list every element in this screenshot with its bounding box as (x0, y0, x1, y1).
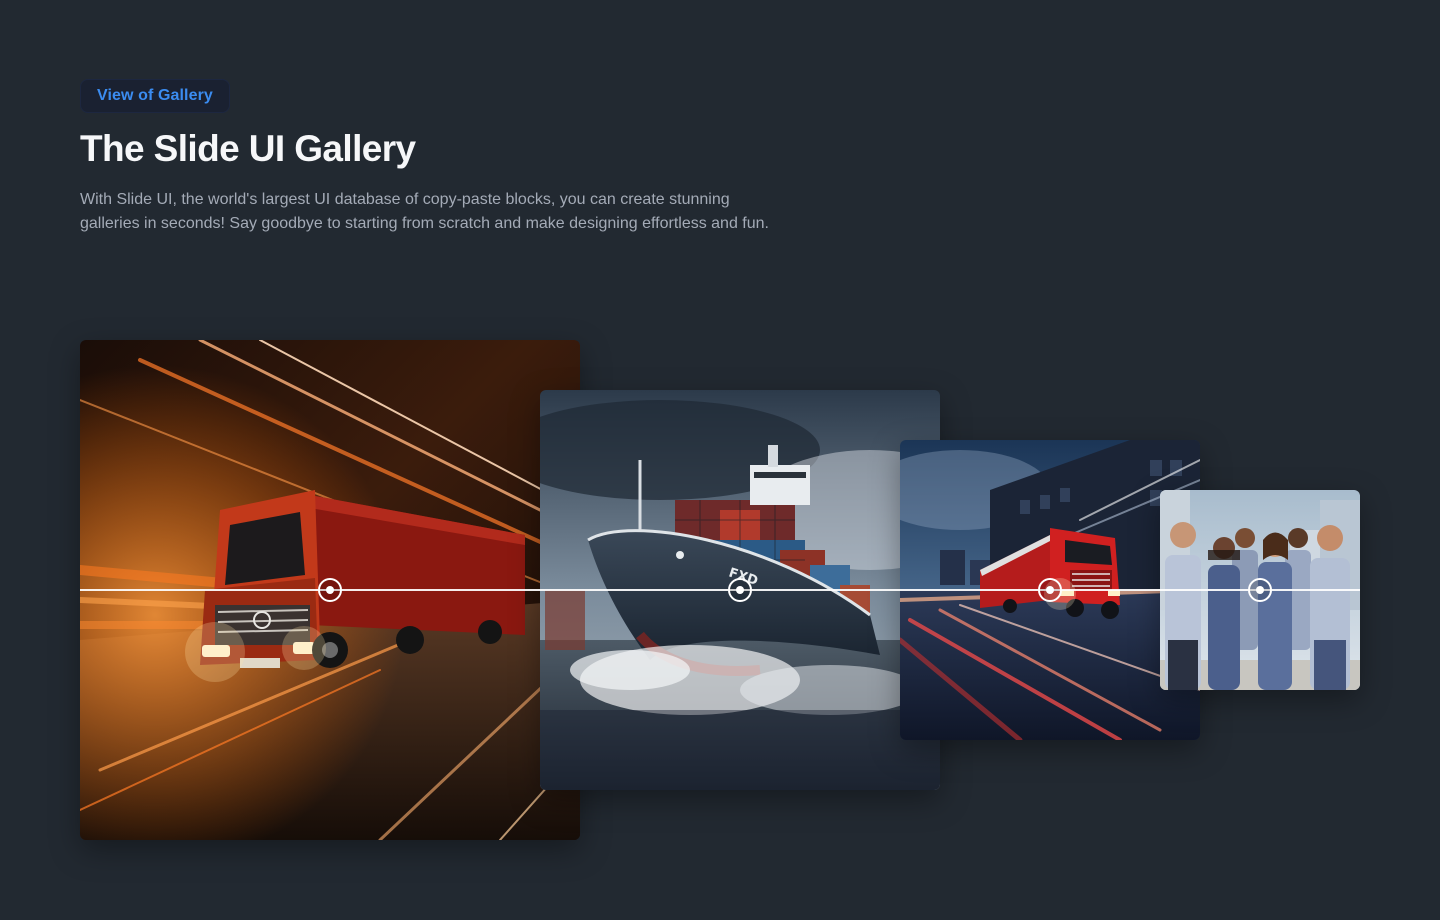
slider-handle-icon[interactable] (1248, 578, 1272, 602)
page-title: The Slide UI Gallery (80, 128, 416, 169)
gallery-badge: View of Gallery (80, 79, 230, 113)
comparison-slider-track[interactable] (80, 589, 1360, 591)
page-description: With Slide UI, the world's largest UI da… (80, 191, 769, 232)
gallery-section: View of Gallery The Slide UI Gallery Wit… (0, 0, 1440, 920)
slider-handle-icon[interactable] (728, 578, 752, 602)
slider-handle-icon[interactable] (1038, 578, 1062, 602)
slider-handle-icon[interactable] (318, 578, 342, 602)
